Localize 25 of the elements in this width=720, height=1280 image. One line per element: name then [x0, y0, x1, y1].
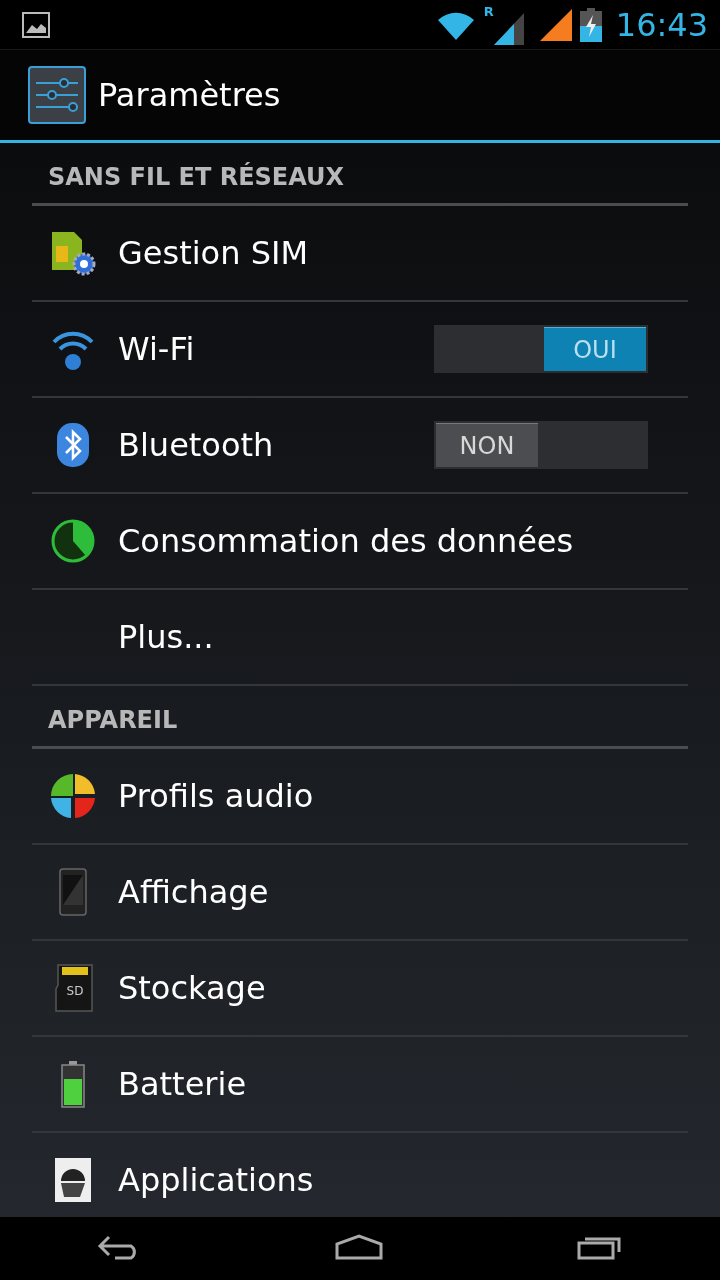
home-icon[interactable] [335, 1234, 383, 1260]
cell-signal-icon [539, 8, 572, 41]
setting-item[interactable]: Stockage [118, 964, 688, 1012]
toggle-thumb: OUI [544, 327, 646, 371]
setting-item[interactable]: Applications [118, 1156, 688, 1204]
section-header: SANS FIL ET RÉSEAUX [32, 143, 688, 206]
toggle-thumb: NON [436, 423, 538, 467]
setting-item[interactable]: Consommation des données [118, 517, 688, 565]
setting-item[interactable]: Affichage [118, 868, 688, 916]
section-header: APPAREIL [32, 686, 688, 749]
setting-item[interactable]: Bluetooth [118, 421, 434, 469]
settings-sliders-icon[interactable] [28, 66, 86, 124]
setting-item[interactable]: Plus... [118, 613, 688, 661]
setting-item[interactable]: Wi-Fi [118, 325, 434, 373]
quadrant-circle-icon [48, 771, 98, 821]
picture-notification-icon [22, 11, 50, 38]
clock: 16:43 [615, 8, 708, 41]
app-title: Paramètres [98, 75, 281, 116]
battery-charging-icon [579, 7, 602, 42]
setting-item[interactable]: Gestion SIM [118, 229, 688, 277]
roaming-indicator: R [483, 4, 494, 18]
cell-signal-icon [493, 12, 524, 45]
toggle-switch[interactable]: NON [434, 421, 648, 469]
setting-item[interactable]: Profils audio [118, 772, 688, 820]
setting-item[interactable]: Batterie [118, 1060, 688, 1108]
